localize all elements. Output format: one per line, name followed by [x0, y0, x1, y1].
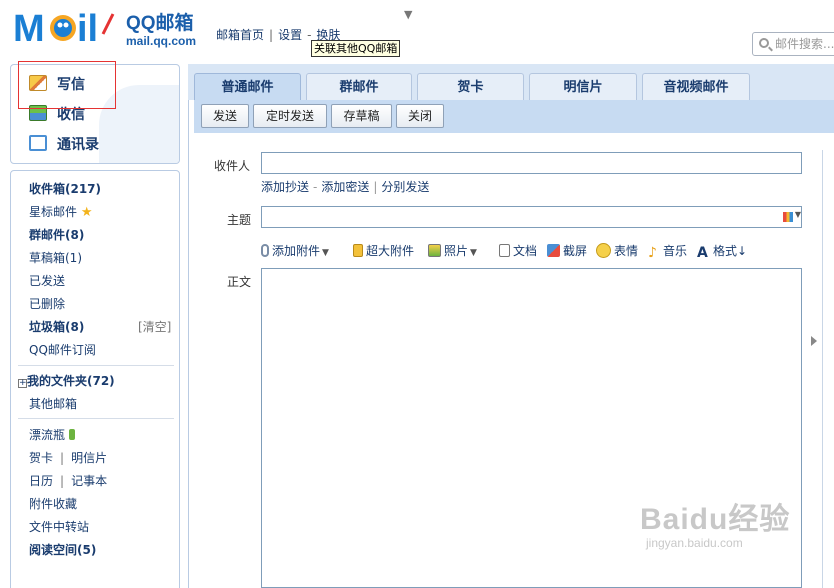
logo-title: QQ邮箱 [126, 13, 194, 34]
right-side-panel [822, 150, 834, 588]
body-label: 正文 [227, 275, 252, 289]
chevron-down-icon[interactable]: ▼ [322, 248, 329, 258]
paperclip-icon [261, 244, 269, 257]
to-label: 收件人 [214, 159, 251, 173]
contacts-button[interactable]: 通讯录 [29, 134, 99, 154]
subject-label: 主题 [227, 213, 252, 227]
music-note-icon: ♪ [648, 245, 657, 261]
add-bcc-link[interactable]: 添加密送 [321, 180, 369, 194]
tab-greeting-card[interactable]: 贺卡 [417, 73, 524, 100]
app-card-postcard: 贺卡 | 明信片 [29, 451, 108, 465]
big-paperclip-icon [353, 244, 363, 257]
divider [18, 418, 174, 419]
screenshot-button[interactable]: 截屏 [547, 242, 587, 259]
folder-drafts[interactable]: 草稿箱(1) [29, 249, 82, 266]
app-calendar-notes: 日历 | 记事本 [29, 474, 108, 488]
emoji-button[interactable]: 表情 [596, 242, 638, 259]
expand-icon[interactable]: + [18, 379, 27, 388]
timed-send-button[interactable]: 定时发送 [253, 104, 327, 128]
logo-text: QQ邮箱 mail.qq.com [126, 8, 196, 48]
divider [18, 365, 174, 366]
document-icon [499, 244, 510, 257]
folder-starred[interactable]: 星标邮件 ★ [29, 203, 93, 220]
logo-domain: mail.qq.com [126, 34, 197, 48]
tab-normal-mail[interactable]: 普通邮件 [194, 73, 301, 100]
watermark: Baidu经验 jingyan.baidu.com [640, 494, 790, 550]
contact-card-icon [29, 135, 47, 151]
bottle-icon [69, 429, 76, 440]
nav-settings[interactable]: 设置 [278, 28, 302, 42]
chevron-down-icon[interactable]: ▼ [404, 8, 412, 21]
app-reading-space[interactable]: 阅读空间(5) [29, 541, 96, 558]
search-placeholder: 邮件搜索... [775, 37, 834, 51]
folder-spam[interactable]: 垃圾箱(8) [29, 318, 84, 335]
app-attachment-favorites[interactable]: 附件收藏 [29, 495, 77, 512]
smiley-icon [596, 243, 611, 258]
to-input[interactable] [261, 152, 802, 174]
folder-other-mailboxes[interactable]: 其他邮箱 [29, 395, 77, 412]
add-attachment-button[interactable]: 添加附件 ▼ [261, 242, 329, 259]
watermark-brand: Baidu经验 [640, 503, 791, 536]
chevron-down-icon[interactable]: ▼ [795, 210, 801, 219]
chevron-down-icon[interactable]: ▼ [470, 248, 477, 258]
subject-input[interactable]: ▼ [261, 206, 802, 228]
document-button[interactable]: 文档 [499, 242, 537, 259]
expand-panel-arrow-icon[interactable] [811, 336, 817, 346]
close-button[interactable]: 关闭 [396, 104, 444, 128]
highlight-box [18, 61, 116, 109]
search-input[interactable]: 邮件搜索... [752, 32, 834, 56]
format-button[interactable]: A 格式↓ [697, 242, 747, 260]
app-postcard[interactable]: 明信片 [71, 451, 107, 465]
folder-sent[interactable]: 已发送 [29, 272, 65, 289]
folder-group-mail[interactable]: 群邮件(8) [29, 226, 84, 243]
music-button[interactable]: ♪ 音乐 [648, 242, 687, 260]
color-picker-icon[interactable] [783, 212, 793, 222]
tooltip: 关联其他QQ邮箱 [311, 40, 401, 57]
folder-my-folders[interactable]: +我的文件夹(72) [18, 372, 115, 389]
clear-spam-link[interactable]: [清空] [138, 318, 171, 335]
svg-text:il: il [77, 8, 98, 46]
tab-postcard[interactable]: 明信片 [529, 73, 637, 100]
photo-button[interactable]: 照片 ▼ [428, 242, 477, 259]
folder-inbox[interactable]: 收件箱(217) [29, 180, 101, 197]
header: M il QQ邮箱 mail.qq.com ▼ 邮箱首页 | 设置 - 换肤 关联其他Q… [0, 0, 834, 62]
tab-group-mail[interactable]: 群邮件 [306, 73, 412, 100]
scissors-icon [547, 244, 560, 257]
tab-av-mail[interactable]: 音视频邮件 [642, 73, 750, 100]
svg-text:M: M [13, 8, 45, 46]
folder-deleted[interactable]: 已删除 [29, 295, 65, 312]
save-draft-button[interactable]: 存草稿 [331, 104, 392, 128]
app-calendar[interactable]: 日历 [29, 474, 53, 488]
folder-subscriptions[interactable]: QQ邮件订阅 [29, 341, 96, 358]
qq-mail-logo[interactable]: M il [13, 6, 123, 46]
photo-icon [428, 244, 441, 257]
star-icon: ★ [80, 205, 93, 220]
app-notes[interactable]: 记事本 [71, 474, 107, 488]
nav-mail-home[interactable]: 邮箱首页 [216, 28, 264, 42]
big-attachment-button[interactable]: 超大附件 [353, 242, 414, 259]
send-button[interactable]: 发送 [201, 104, 249, 128]
app-card[interactable]: 贺卡 [29, 451, 53, 465]
app-drift-bottle[interactable]: 漂流瓶 [29, 426, 76, 443]
recipient-options: 添加抄送 - 添加密送 | 分别发送 [261, 180, 430, 194]
font-format-icon: A [697, 245, 708, 261]
search-icon [759, 38, 769, 48]
separate-send-link[interactable]: 分别发送 [381, 180, 429, 194]
add-cc-link[interactable]: 添加抄送 [261, 180, 309, 194]
app-file-transfer[interactable]: 文件中转站 [29, 518, 89, 535]
watermark-url: jingyan.baidu.com [646, 536, 743, 550]
